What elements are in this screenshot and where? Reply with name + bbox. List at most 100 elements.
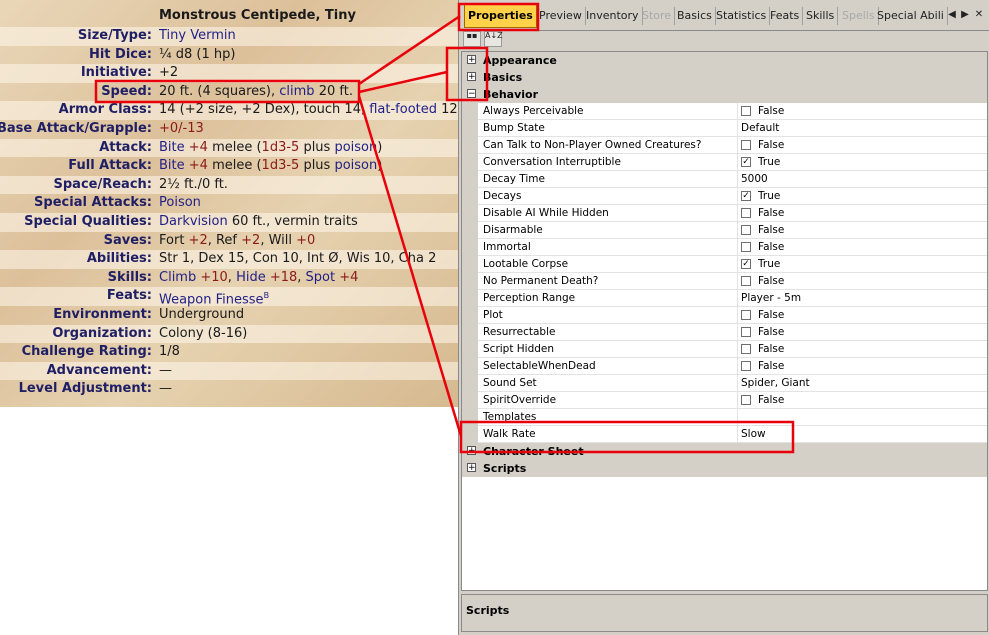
property-row[interactable]: Walk Rate Slow [462, 426, 987, 443]
stat-link[interactable]: Darkvision [159, 214, 228, 229]
tab-properties[interactable]: Properties [464, 4, 537, 28]
tab-feats[interactable]: Feats [767, 7, 804, 25]
tab-inventory[interactable]: Inventory [583, 7, 643, 25]
tab-statistics[interactable]: Statistics [713, 7, 771, 25]
property-name[interactable]: Decays [478, 188, 738, 205]
stat-link[interactable]: poison [334, 140, 377, 155]
property-row[interactable]: Conversation Interruptible ✓ True [462, 154, 987, 171]
category-appearance[interactable]: + Appearance [462, 52, 987, 69]
property-value[interactable]: False [738, 358, 987, 375]
tab-skills[interactable]: Skills [803, 7, 839, 25]
property-value[interactable]: Spider, Giant [738, 375, 987, 392]
property-name[interactable]: Conversation Interruptible [478, 154, 738, 171]
property-name[interactable]: Walk Rate [478, 426, 738, 443]
tab-basics[interactable]: Basics [674, 7, 716, 25]
property-value[interactable]: False [738, 392, 987, 409]
checkbox-unchecked[interactable] [741, 310, 751, 320]
property-value[interactable]: Player - 5m [738, 290, 987, 307]
property-name[interactable]: Bump State [478, 120, 738, 137]
checkbox-unchecked[interactable] [741, 361, 751, 371]
property-value[interactable]: False [738, 239, 987, 256]
property-value[interactable]: False [738, 307, 987, 324]
property-value[interactable]: False [738, 324, 987, 341]
property-name[interactable]: Decay Time [478, 171, 738, 188]
property-row[interactable]: Decays ✓ True [462, 188, 987, 205]
property-value[interactable]: False [738, 273, 987, 290]
checkbox-unchecked[interactable] [741, 208, 751, 218]
stat-link[interactable]: Poison [159, 195, 201, 210]
property-value[interactable]: 5000 [738, 171, 987, 188]
property-value[interactable]: ✓ True [738, 154, 987, 171]
property-row[interactable]: Disable AI While Hidden False [462, 205, 987, 222]
checkbox-checked[interactable]: ✓ [741, 157, 751, 167]
stat-link[interactable]: Spot [306, 270, 336, 285]
expand-icon[interactable]: + [467, 55, 476, 65]
property-value[interactable]: Slow [738, 426, 987, 443]
checkbox-unchecked[interactable] [741, 327, 751, 337]
property-name[interactable]: Disarmable [478, 222, 738, 239]
tab-scroll-right-icon[interactable]: ▶ [959, 7, 971, 23]
property-name[interactable]: SpiritOverride [478, 392, 738, 409]
property-name[interactable]: Disable AI While Hidden [478, 205, 738, 222]
property-row[interactable]: Plot False [462, 307, 987, 324]
stat-link[interactable]: Climb [159, 270, 196, 285]
checkbox-unchecked[interactable] [741, 344, 751, 354]
checkbox-unchecked[interactable] [741, 106, 751, 116]
property-name[interactable]: Perception Range [478, 290, 738, 307]
property-row[interactable]: Can Talk to Non-Player Owned Creatures? F… [462, 137, 987, 154]
property-row[interactable]: Always Perceivable False [462, 103, 987, 120]
property-value[interactable]: ✓ True [738, 188, 987, 205]
category-character-sheet[interactable]: + Character Sheet [462, 443, 987, 460]
property-value[interactable]: False [738, 341, 987, 358]
property-row[interactable]: Templates [462, 409, 987, 426]
property-row[interactable]: No Permanent Death? False [462, 273, 987, 290]
property-row[interactable]: Disarmable False [462, 222, 987, 239]
expand-icon[interactable]: + [467, 72, 476, 82]
checkbox-unchecked[interactable] [741, 140, 751, 150]
property-name[interactable]: Immortal [478, 239, 738, 256]
property-value[interactable]: False [738, 103, 987, 120]
property-row[interactable]: Script Hidden False [462, 341, 987, 358]
stat-link[interactable]: Hide [236, 270, 266, 285]
checkbox-unchecked[interactable] [741, 242, 751, 252]
stat-link[interactable]: Tiny Vermin [159, 28, 236, 43]
checkbox-checked[interactable]: ✓ [741, 191, 751, 201]
alphabetical-sort-button[interactable]: A↓Z [484, 31, 503, 47]
category-behavior[interactable]: − Behavior [462, 86, 987, 103]
property-row[interactable]: Resurrectable False [462, 324, 987, 341]
collapse-icon[interactable]: − [467, 89, 476, 99]
property-row[interactable]: SpiritOverride False [462, 392, 987, 409]
checkbox-checked[interactable]: ✓ [741, 259, 751, 269]
expand-icon[interactable]: + [467, 463, 476, 473]
stat-link[interactable]: Bite [159, 158, 185, 173]
property-row[interactable]: SelectableWhenDead False [462, 358, 987, 375]
property-name[interactable]: SelectableWhenDead [478, 358, 738, 375]
checkbox-unchecked[interactable] [741, 276, 751, 286]
tab-preview[interactable]: Preview [536, 7, 586, 25]
property-value[interactable]: False [738, 205, 987, 222]
property-name[interactable]: Lootable Corpse [478, 256, 738, 273]
property-row[interactable]: Lootable Corpse ✓ True [462, 256, 987, 273]
category-basics[interactable]: + Basics [462, 69, 987, 86]
property-value[interactable]: ✓ True [738, 256, 987, 273]
property-value[interactable]: False [738, 137, 987, 154]
property-row[interactable]: Immortal False [462, 239, 987, 256]
property-row[interactable]: Perception Range Player - 5m [462, 290, 987, 307]
close-icon[interactable]: ✕ [973, 7, 985, 23]
property-row[interactable]: Decay Time 5000 [462, 171, 987, 188]
stat-link[interactable]: Bite [159, 140, 185, 155]
property-name[interactable]: Always Perceivable [478, 103, 738, 120]
stat-link[interactable]: flat-footed [369, 102, 437, 117]
stat-link[interactable]: climb [279, 84, 314, 99]
checkbox-unchecked[interactable] [741, 225, 751, 235]
property-row[interactable]: Bump State Default [462, 120, 987, 137]
property-name[interactable]: Resurrectable [478, 324, 738, 341]
property-name[interactable]: Sound Set [478, 375, 738, 392]
checkbox-unchecked[interactable] [741, 395, 751, 405]
category-scripts[interactable]: + Scripts [462, 460, 987, 477]
property-value[interactable]: Default [738, 120, 987, 137]
property-row[interactable]: Sound Set Spider, Giant [462, 375, 987, 392]
property-name[interactable]: Templates [478, 409, 738, 426]
expand-icon[interactable]: + [467, 446, 476, 456]
property-name[interactable]: Can Talk to Non-Player Owned Creatures? [478, 137, 738, 154]
